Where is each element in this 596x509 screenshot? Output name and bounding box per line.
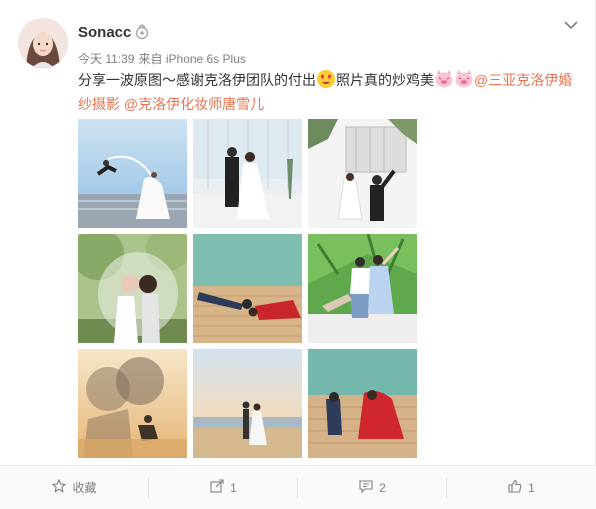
photo-couple-white-house[interactable] xyxy=(308,119,417,228)
via-prefix: 来自 xyxy=(138,52,163,66)
photo-couple-lying-deck[interactable] xyxy=(193,234,302,343)
comment-button[interactable]: 2 xyxy=(298,466,447,509)
favorite-button[interactable]: 收藏 xyxy=(0,466,149,509)
member-badge-icon[interactable] xyxy=(134,24,150,40)
photo-couple-silhouette-kiss[interactable] xyxy=(78,349,187,458)
post-text: 分享一波原图～感谢克洛伊团队的付出 照片真的炒鸡美 @三亚克洛伊婚纱摄影 @克洛伊化… xyxy=(78,68,583,116)
pig-face-emoji-icon xyxy=(454,69,474,89)
heart-eyes-emoji-icon xyxy=(316,69,336,89)
post-meta: 今天 11:39 来自 iPhone 6s Plus xyxy=(78,50,250,67)
photo-couple-garden-veil[interactable] xyxy=(78,234,187,343)
post-text-part2: 照片真的炒鸡美 xyxy=(336,72,434,88)
mention-link-makeup-artist[interactable]: @克洛伊化妆师唐雪儿 xyxy=(124,96,264,112)
like-button[interactable]: 1 xyxy=(447,466,596,509)
pig-face-emoji-icon xyxy=(434,69,454,89)
repost-button[interactable]: 1 xyxy=(149,466,298,509)
avatar[interactable] xyxy=(18,18,68,68)
device-name[interactable]: iPhone 6s Plus xyxy=(166,52,246,66)
photo-grid xyxy=(78,119,417,458)
mention-link-studio[interactable]: @三亚克洛伊婚 xyxy=(474,72,572,88)
action-bar: 收藏 1 2 1 xyxy=(0,465,596,509)
repost-count: 1 xyxy=(230,480,237,495)
photo-couple-beach-sunset[interactable] xyxy=(193,349,302,458)
photo-couple-jumping-sky[interactable] xyxy=(78,119,187,228)
photo-couple-glass-house[interactable] xyxy=(193,119,302,228)
like-count: 1 xyxy=(528,480,535,495)
favorite-label: 收藏 xyxy=(72,481,97,495)
share-icon xyxy=(210,479,230,496)
photo-couple-palm-trees[interactable] xyxy=(308,234,417,343)
star-icon xyxy=(52,478,72,496)
post-time[interactable]: 今天 11:39 xyxy=(78,52,134,66)
post-text-part1: 分享一波原图～感谢克洛伊团队的付出 xyxy=(78,72,316,88)
thumbs-up-icon xyxy=(508,479,528,496)
weibo-post-card: Sonacc 今天 11:39 来自 iPhone 6s Plus 分享一波原图～… xyxy=(0,0,596,509)
chevron-down-icon[interactable] xyxy=(562,16,580,34)
comment-icon xyxy=(359,479,379,496)
photo-couple-red-dress-deck[interactable] xyxy=(308,349,417,458)
username[interactable]: Sonacc xyxy=(78,24,131,41)
comment-count: 2 xyxy=(379,480,386,495)
mention-link-studio-cont[interactable]: 纱摄影 xyxy=(78,96,120,112)
